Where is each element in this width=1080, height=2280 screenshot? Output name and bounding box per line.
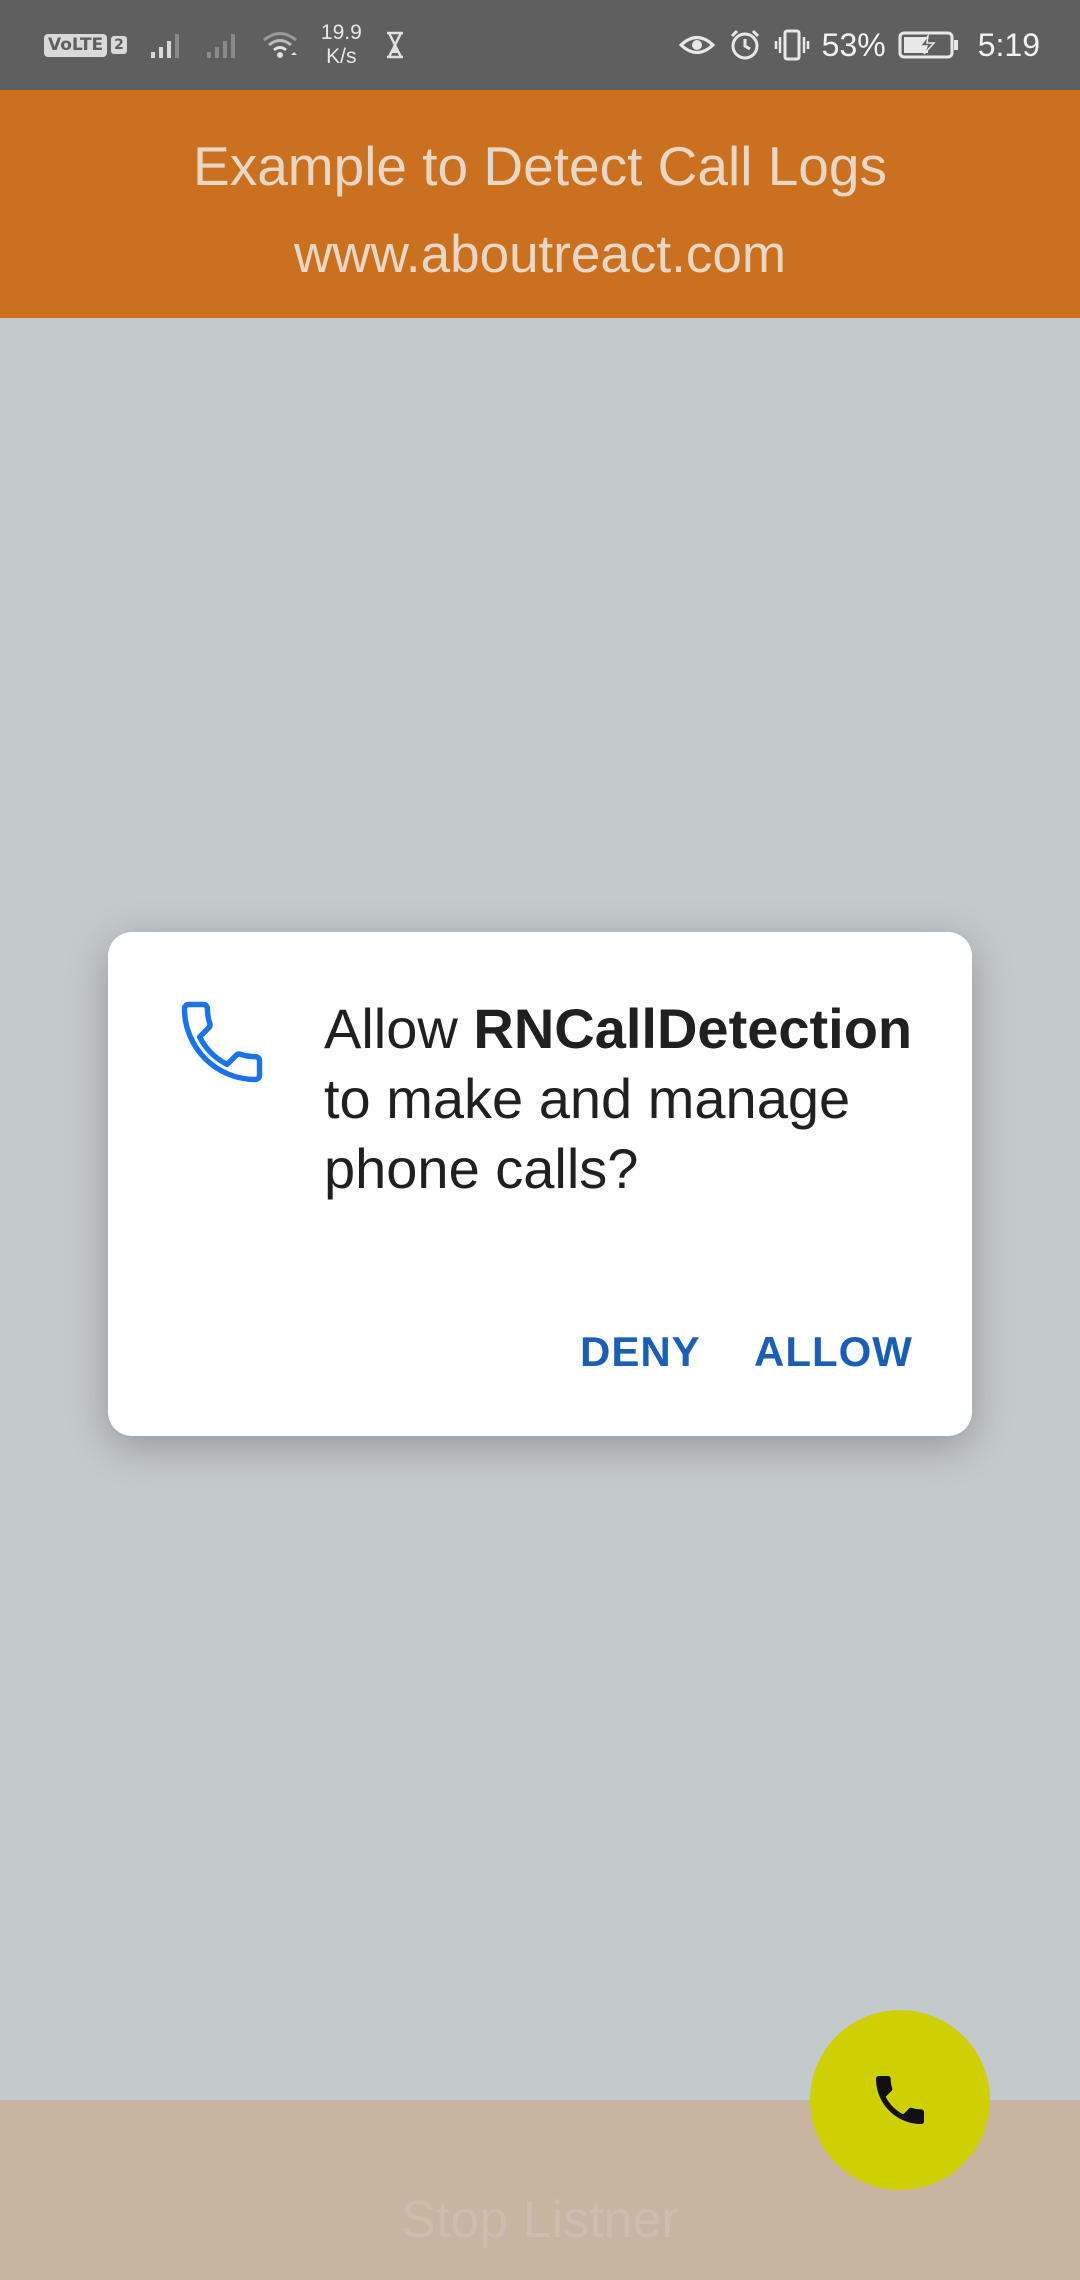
phone-outline-icon [172, 992, 272, 1092]
permission-dialog: Allow RNCallDetection to make and manage… [108, 932, 972, 1436]
allow-button[interactable]: ALLOW [754, 1324, 913, 1380]
sim-number: 2 [111, 36, 127, 54]
eye-icon [678, 30, 716, 60]
dialog-app-name: RNCallDetection [473, 997, 913, 1060]
phone-icon [868, 2068, 932, 2132]
vibrate-icon [774, 28, 810, 62]
deny-button[interactable]: DENY [580, 1324, 701, 1380]
status-bar-right: 53% 5:19 [678, 0, 1040, 90]
battery-charging-icon [898, 30, 960, 60]
signal-weak-icon [205, 30, 239, 60]
network-speed-unit: K/s [326, 45, 357, 68]
network-speed-value: 19.9 [320, 21, 362, 44]
status-bar-left: VoLTE 2 19.9 K/s [44, 0, 406, 90]
dialog-message: Allow RNCallDetection to make and manage… [324, 994, 934, 1204]
call-fab-button[interactable] [810, 2010, 990, 2190]
stop-listener-label: Stop Listner [401, 2191, 679, 2249]
status-bar: VoLTE 2 19.9 K/s 53% 5:19 [0, 0, 1080, 90]
volte-label: VoLTE [44, 33, 108, 57]
battery-percent: 53% [821, 26, 886, 63]
status-time: 5:19 [977, 26, 1040, 63]
wifi-icon [261, 29, 299, 61]
alarm-icon [728, 28, 762, 62]
network-speed: 19.9 K/s [321, 21, 362, 69]
header-url: www.aboutreact.com [294, 225, 786, 284]
dialog-message-suffix: to make and manage phone calls? [324, 1067, 851, 1200]
volte-indicator: VoLTE 2 [44, 33, 127, 57]
hourglass-icon [384, 31, 406, 59]
dialog-message-prefix: Allow [324, 997, 474, 1060]
signal-icon [149, 30, 183, 60]
header-title: Example to Detect Call Logs [193, 135, 887, 197]
app-header: Example to Detect Call Logs www.aboutrea… [0, 90, 1080, 318]
